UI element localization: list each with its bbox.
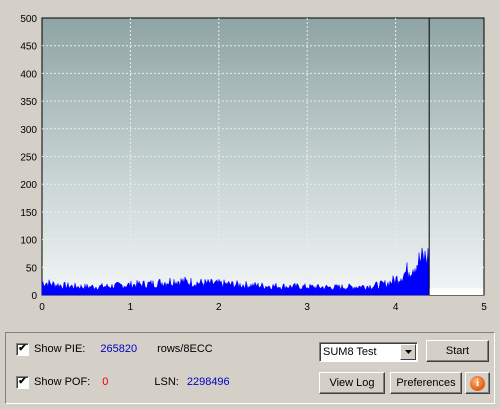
y-tick-label: 200 [20, 180, 37, 191]
lsn-label: LSN: [154, 376, 179, 388]
view-log-button[interactable]: View Log [319, 372, 385, 394]
y-tick-label: 300 [20, 125, 37, 136]
x-tick-label: 5 [481, 302, 487, 313]
info-icon: i [470, 375, 485, 391]
checkmark-icon: ✔ [18, 343, 27, 354]
pie-value: 265820 [100, 343, 138, 355]
x-tick-label: 1 [128, 302, 134, 313]
test-type-select[interactable]: SUM8 Test [319, 342, 418, 362]
pof-value: 0 [102, 376, 109, 388]
info-button[interactable]: i [465, 372, 490, 394]
show-pof-checkbox[interactable]: ✔ [16, 375, 29, 389]
show-pie-label: Show PIE: [34, 343, 86, 355]
y-tick-label: 0 [31, 291, 37, 302]
controls-panel: ✔ Show PIE: 265820 rows/8ECC ✔ Show POF:… [5, 332, 495, 404]
y-tick-label: 150 [20, 208, 37, 219]
chart-panel: 0 50 100 150 200 250 300 350 400 450 500 0 1 2 3 4 5 [0, 0, 500, 330]
dropdown-arrow-icon[interactable] [400, 344, 416, 360]
show-pie-checkbox[interactable]: ✔ [16, 342, 29, 356]
show-pie-row: ✔ Show PIE: 265820 rows/8ECC [16, 338, 213, 360]
lsn-value: 2298496 [186, 376, 230, 388]
unread-region [429, 288, 484, 295]
y-tick-label: 350 [20, 97, 37, 108]
x-tick-label: 0 [39, 302, 45, 313]
x-tick-label: 3 [304, 302, 310, 313]
checkmark-icon: ✔ [18, 376, 27, 387]
show-pof-label: Show POF: [34, 376, 91, 388]
test-type-value: SUM8 Test [323, 346, 377, 358]
y-tick-label: 450 [20, 42, 37, 53]
show-pof-row: ✔ Show POF: 0 LSN: 2298496 [16, 371, 230, 393]
x-tick-label: 2 [216, 302, 222, 313]
start-button[interactable]: Start [426, 340, 489, 362]
y-tick-label: 400 [20, 69, 37, 80]
y-tick-label: 50 [26, 263, 38, 274]
y-tick-label: 100 [20, 236, 37, 247]
pie-chart: 0 50 100 150 200 250 300 350 400 450 500 0 1 2 3 4 5 [20, 14, 487, 313]
y-tick-label: 250 [20, 153, 37, 164]
x-tick-label: 4 [393, 302, 399, 313]
y-tick-label: 500 [20, 14, 37, 25]
preferences-button[interactable]: Preferences [390, 372, 462, 394]
pie-unit-label: rows/8ECC [157, 343, 213, 355]
